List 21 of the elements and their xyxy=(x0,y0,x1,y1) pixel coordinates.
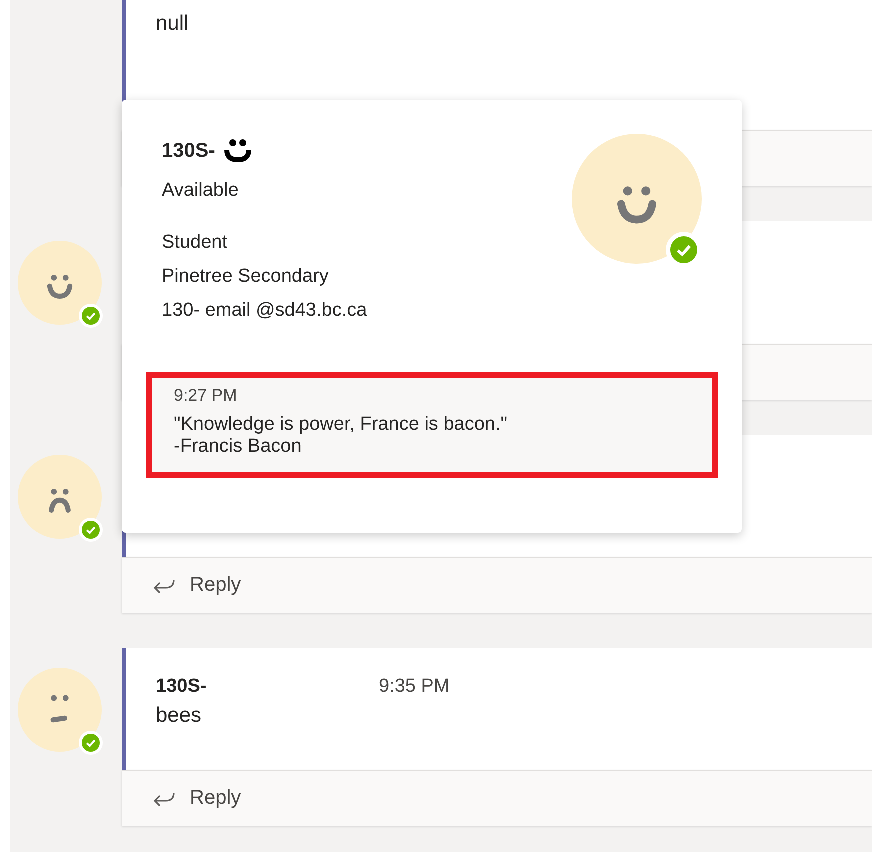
message-text: bees xyxy=(156,704,203,728)
avatar-icon xyxy=(18,668,102,752)
message-text: null xyxy=(156,12,190,36)
note-text: "Knowledge is power, France is bacon." xyxy=(174,414,509,436)
school-name: Pinetree Secondary xyxy=(162,265,330,289)
profile-avatar-icon xyxy=(572,134,702,264)
reply-button[interactable]: Reply xyxy=(152,787,242,810)
job-title: Student xyxy=(162,231,228,255)
presence-status: Available xyxy=(162,179,240,203)
author-name: 130S- xyxy=(156,676,208,698)
reply-arrow-icon xyxy=(152,790,176,806)
note-text: -Francis Bacon xyxy=(174,436,303,458)
note-time: 9:27 PM xyxy=(174,386,238,406)
reply-button[interactable]: Reply xyxy=(152,574,242,597)
avatar-icon xyxy=(18,455,102,539)
reply-arrow-icon xyxy=(152,578,176,594)
message-time: 9:35 PM xyxy=(379,676,450,698)
email-address: 130- email @sd43.bc.ca xyxy=(162,299,368,323)
smiley-icon xyxy=(223,138,254,164)
profile-name: 130S- xyxy=(162,139,216,164)
avatar-icon xyxy=(18,241,102,325)
